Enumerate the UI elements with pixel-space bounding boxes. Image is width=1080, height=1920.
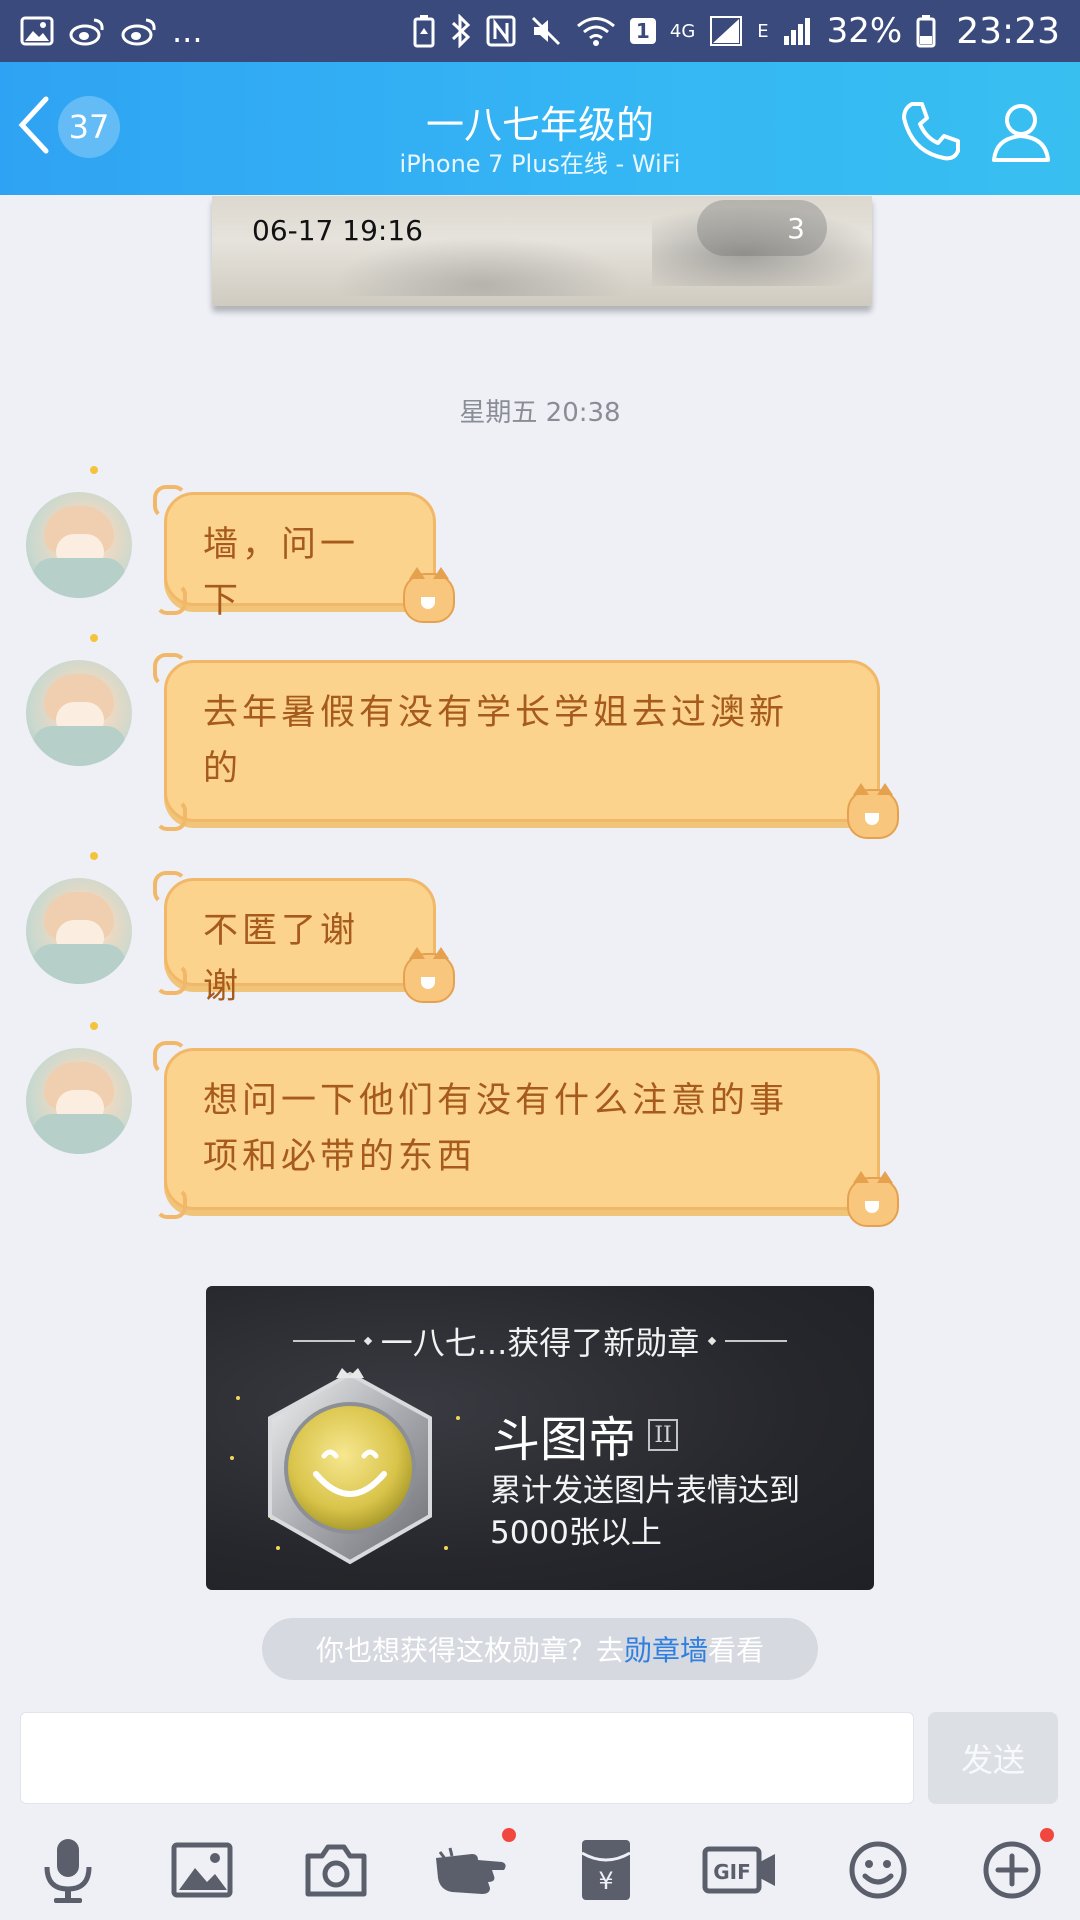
message-text: 不匿了谢谢 bbox=[203, 911, 360, 1007]
svg-text:¥: ¥ bbox=[598, 1867, 613, 1895]
call-button[interactable] bbox=[896, 96, 966, 166]
medal-title-row: 一八七...获得了新勋章 bbox=[206, 1318, 874, 1364]
photo-button[interactable] bbox=[162, 1832, 242, 1912]
phone-icon bbox=[896, 102, 966, 170]
chat-bubble[interactable]: 墙，问一下 bbox=[153, 485, 455, 623]
weibo-notification-icon-2 bbox=[120, 16, 158, 46]
status-bar-left: ... bbox=[20, 12, 203, 50]
message-text-line: 的 bbox=[203, 749, 243, 789]
gif-icon: GIF bbox=[702, 1844, 778, 1900]
more-button[interactable] bbox=[972, 1828, 1054, 1912]
avatar[interactable] bbox=[26, 1048, 132, 1154]
medal-description-line: 5000张以上 bbox=[490, 1515, 662, 1551]
avatar-sparkle bbox=[90, 1022, 98, 1030]
card-count-badge: 3 bbox=[697, 200, 827, 256]
nfc-icon bbox=[486, 15, 516, 47]
gif-label: GIF bbox=[713, 1860, 751, 1884]
cat-sticker-icon bbox=[847, 783, 899, 839]
avatar-sparkle bbox=[90, 852, 98, 860]
send-button[interactable]: 发送 bbox=[928, 1712, 1058, 1804]
medal-name-row: 斗图帝 II bbox=[492, 1400, 679, 1470]
poke-button[interactable] bbox=[432, 1828, 516, 1912]
more-notifications: ... bbox=[172, 12, 203, 50]
red-envelope-icon: ¥ bbox=[579, 1837, 633, 1907]
previous-shared-card[interactable]: 06-17 19:16 3 bbox=[212, 196, 872, 306]
medal-tip-suffix: 看看 bbox=[708, 1634, 765, 1667]
battery-saver-icon bbox=[412, 14, 436, 48]
battery-icon bbox=[916, 14, 936, 48]
status-bar: ... 1 4G E 32% 23:23 bbox=[0, 0, 1080, 62]
red-envelope-button[interactable]: ¥ bbox=[566, 1832, 646, 1912]
avatar-sparkle bbox=[90, 466, 98, 474]
smiley-medal-icon bbox=[258, 1364, 442, 1572]
gallery-notification-icon bbox=[20, 16, 54, 46]
camera-icon bbox=[304, 1842, 368, 1902]
chat-bubble[interactable]: 去年暑假有没有学长学姐去过澳新 的 bbox=[153, 653, 899, 839]
medal-wall-tip: 你也想获得这枚勋章？去 勋章墙 看看 bbox=[262, 1618, 818, 1680]
avatar[interactable] bbox=[26, 878, 132, 984]
cat-sticker-icon bbox=[403, 567, 455, 623]
chat-header: 37 一八七年级的 iPhone 7 Plus在线 - WiFi bbox=[0, 62, 1080, 195]
voice-button[interactable] bbox=[28, 1832, 108, 1912]
microphone-icon bbox=[38, 1835, 98, 1909]
emoji-button[interactable] bbox=[838, 1832, 918, 1912]
network-type-4g: 4G bbox=[669, 20, 696, 42]
message-text-line: 去年暑假有没有学长学姐去过澳新 bbox=[203, 693, 789, 733]
medal-title: 一八七...获得了新勋章 bbox=[380, 1324, 700, 1362]
camera-button[interactable] bbox=[296, 1832, 376, 1912]
network-type-e: E bbox=[757, 20, 769, 42]
medal-level-badge: II bbox=[648, 1419, 679, 1451]
battery-percent: 32% bbox=[826, 11, 903, 51]
signal-icon bbox=[709, 15, 743, 47]
notification-dot bbox=[502, 1828, 516, 1842]
profile-button[interactable] bbox=[986, 96, 1056, 166]
poke-icon bbox=[432, 1840, 512, 1904]
avatar[interactable] bbox=[26, 660, 132, 766]
avatar-sparkle bbox=[90, 634, 98, 642]
message-text-line: 项和必带的东西 bbox=[203, 1137, 477, 1177]
emoji-icon bbox=[848, 1840, 908, 1904]
medal-tip-prefix: 你也想获得这枚勋章？去 bbox=[315, 1634, 624, 1667]
bluetooth-icon bbox=[450, 14, 472, 48]
medal-card[interactable]: 一八七...获得了新勋章 斗图帝 II 累计发送图片表情达到 5000张以上 bbox=[206, 1286, 874, 1590]
chat-bubble[interactable]: 想问一下他们有没有什么注意的事 项和必带的东西 bbox=[153, 1041, 899, 1227]
notification-dot bbox=[1040, 1828, 1054, 1842]
message-timestamp: 星期五 20:38 bbox=[459, 398, 621, 428]
image-icon bbox=[171, 1842, 233, 1902]
weibo-notification-icon bbox=[68, 16, 106, 46]
avatar[interactable] bbox=[26, 492, 132, 598]
message-text-line: 想问一下他们有没有什么注意的事 bbox=[203, 1081, 789, 1121]
chat-bubble[interactable]: 不匿了谢谢 bbox=[153, 871, 455, 1007]
sim-badge: 1 bbox=[629, 18, 656, 44]
cat-sticker-icon bbox=[847, 1171, 899, 1227]
status-bar-right: 1 4G E 32% 23:23 bbox=[412, 11, 1060, 52]
cat-sticker-icon bbox=[403, 947, 455, 1003]
medal-description: 累计发送图片表情达到 5000张以上 bbox=[490, 1470, 850, 1554]
message-text: 墙，问一下 bbox=[203, 525, 360, 621]
medal-wall-link[interactable]: 勋章墙 bbox=[624, 1629, 708, 1669]
wifi-icon bbox=[576, 15, 616, 47]
clock: 23:23 bbox=[956, 10, 1060, 52]
gif-button[interactable]: GIF bbox=[700, 1832, 780, 1912]
mute-icon bbox=[530, 15, 562, 47]
plus-icon bbox=[982, 1840, 1042, 1904]
medal-name: 斗图帝 bbox=[492, 1412, 637, 1468]
message-input[interactable] bbox=[20, 1712, 914, 1804]
person-icon bbox=[986, 104, 1056, 170]
card-date: 06-17 19:16 bbox=[252, 214, 423, 247]
chat-toolbar: ¥ GIF bbox=[0, 1824, 1080, 1920]
medal-description-line: 累计发送图片表情达到 bbox=[490, 1473, 800, 1509]
signal-bars-icon bbox=[783, 16, 813, 46]
